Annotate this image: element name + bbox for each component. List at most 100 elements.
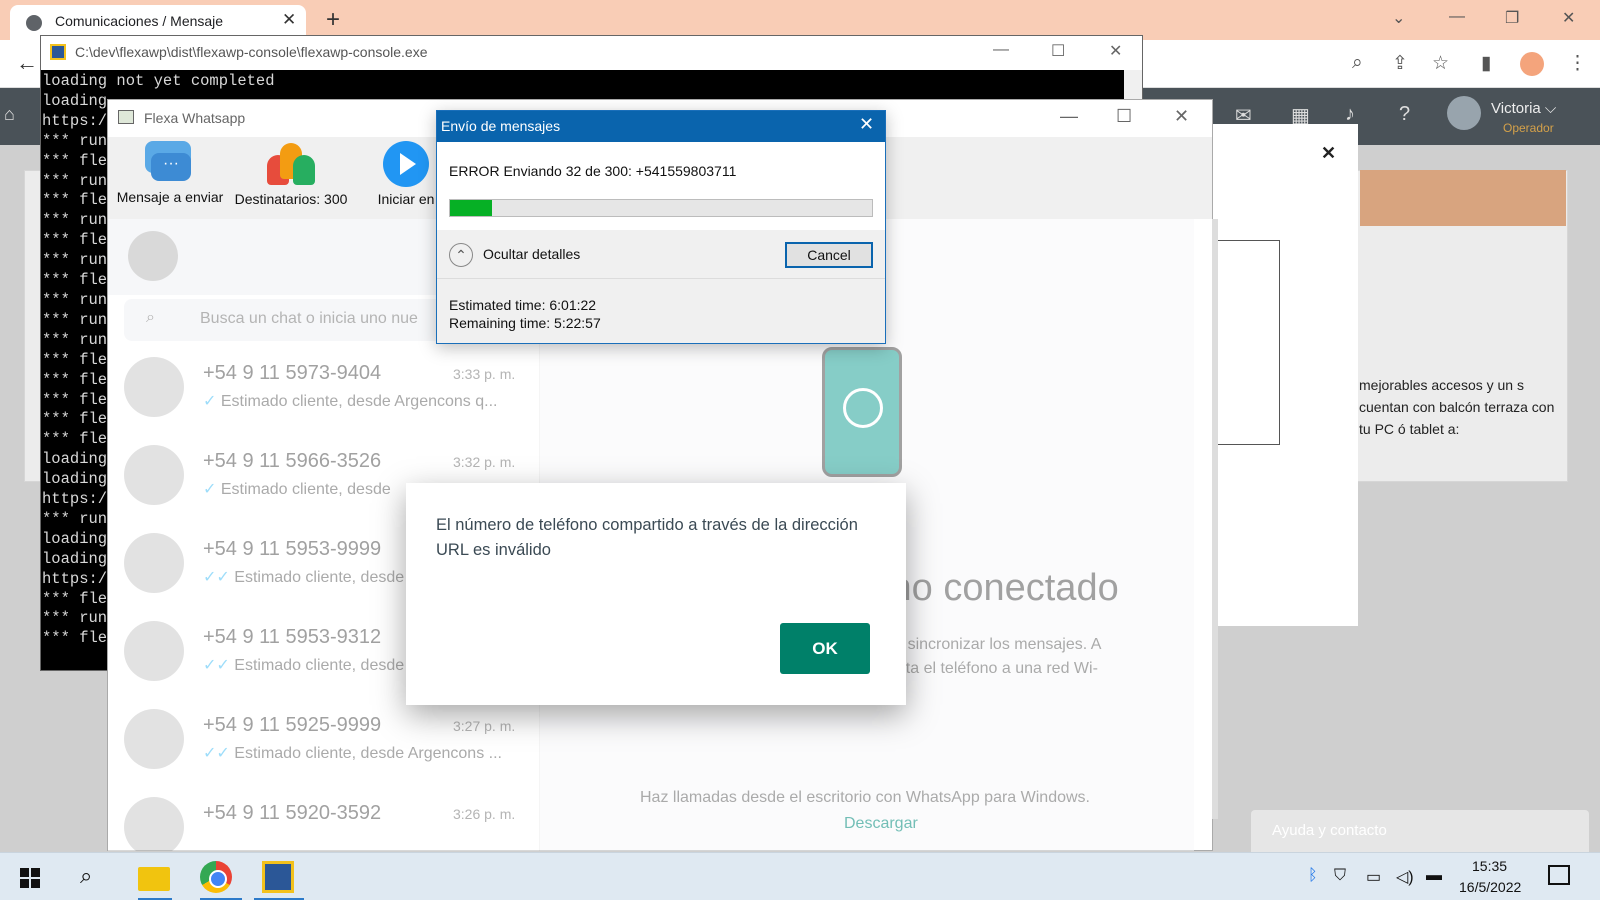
new-tab-button[interactable]: + [326,6,340,34]
battery-icon[interactable]: ▬ [1426,867,1442,885]
progress-status-text: ERROR Enviando 32 de 300: +541559803711 [449,163,737,179]
search-icon: ⌕ [146,309,155,326]
browser-titlebar: Comunicaciones / Mensaje ✕ + ⌄ — ❐ ✕ [0,0,1600,40]
notifications-icon[interactable] [1548,865,1570,885]
console-scrollbar[interactable] [1124,70,1142,100]
web-modal-close-icon[interactable]: ✕ [1321,143,1336,164]
chat-preview: ✓ Estimado cliente, desde Argencons q... [203,393,498,410]
progress-dialog-title: Envío de mensajes [441,118,561,134]
alert-message: El número de teléfono compartido a travé… [436,516,858,559]
flexa-minimize-icon[interactable]: — [1060,106,1078,127]
tab-search-icon[interactable]: ⌄ [1392,8,1405,28]
message-to-send-button[interactable]: ··· Mensaje a enviar [114,141,226,205]
help-icon[interactable]: ? [1399,103,1410,126]
flexawp-console-icon[interactable] [262,861,294,893]
download-link[interactable]: Descargar [844,815,918,833]
progress-bar [449,199,873,217]
chat-preview: ✓✓ Estimado cliente, desde [203,569,405,586]
invalid-phone-alert: El número de teléfono compartido a travé… [406,483,906,705]
user-role: Operador [1503,121,1554,135]
taskbar-search-icon[interactable]: ⌕ [80,863,92,889]
ok-button[interactable]: OK [780,623,870,674]
close-window-icon[interactable]: ✕ [1562,8,1575,28]
help-contact-label: Ayuda y contacto [1272,822,1387,839]
restore-icon[interactable]: ❐ [1505,8,1519,28]
flexa-scrollbar[interactable] [1212,219,1218,819]
start-sending-button[interactable]: Iniciar en [376,141,436,207]
chevron-up-icon[interactable]: ⌃ [449,243,473,267]
help-contact-button[interactable]: Ayuda y contacto [1251,810,1589,854]
windows-start-icon[interactable] [20,868,40,888]
share-icon[interactable]: ⇪ [1392,52,1408,75]
user-avatar[interactable] [1447,96,1481,130]
chat-name: +54 9 11 5920-3592 [203,802,382,824]
globe-icon [26,15,42,31]
chat-preview: ✓ Estimado cliente, desde [203,481,391,498]
progress-bar-fill [450,200,493,216]
file-explorer-icon[interactable] [138,867,170,891]
progress-titlebar: Envío de mensajes ✕ [437,111,885,142]
web-orange-banner [1360,170,1566,226]
tab-close-icon[interactable]: ✕ [282,10,296,30]
menu-dots-icon[interactable]: ⋮ [1568,52,1587,75]
chat-name: +54 9 11 5953-9999 [203,538,382,560]
chat-search-placeholder: Busca un chat o inicia uno nue [200,310,418,327]
recipients-button[interactable]: Destinatarios: 300 [232,141,350,207]
bluetooth-icon[interactable]: ᛒ [1308,867,1318,885]
connected-heading: mo conectado [880,567,1119,609]
hide-details-toggle[interactable]: Ocultar detalles [483,246,580,262]
double-check-icon: ✓✓ [203,745,230,762]
flexa-maximize-icon[interactable]: ☐ [1116,106,1132,127]
profile-avatar[interactable] [1520,52,1544,76]
tab-title: Comunicaciones / Mensaje [55,13,224,29]
check-icon: ✓ [203,481,217,498]
people-icon [265,141,317,187]
chrome-icon[interactable] [200,861,232,893]
estimated-time-text: Estimated time: 6:01:22 [449,297,597,313]
contact-avatar [124,533,184,593]
chat-time: 3:26 p. m. [453,806,516,822]
chat-preview: ✓✓ Estimado cliente, desde [203,657,405,674]
clock-date[interactable]: 16/5/2022 [1459,879,1521,895]
bell-icon[interactable]: ♪ [1345,103,1355,126]
console-title: C:\dev\flexawp\dist\flexawp-console\flex… [75,44,428,60]
chat-bubbles-icon: ··· [145,141,195,185]
double-check-icon: ✓✓ [203,569,230,586]
cancel-button[interactable]: Cancel [785,242,873,268]
volume-icon[interactable]: ◁) [1396,867,1414,887]
bookmark-star-icon[interactable]: ☆ [1432,52,1449,75]
user-name[interactable]: Victoria ⌵ [1491,100,1556,117]
minimize-icon[interactable]: — [1449,8,1465,26]
chat-name: +54 9 11 5925-9999 [203,714,382,736]
security-shield-icon[interactable]: ⛉ [1334,867,1346,885]
side-panel-icon[interactable]: ▮ [1481,52,1491,75]
message-to-send-label: Mensaje a enviar [116,189,224,205]
progress-close-icon[interactable]: ✕ [859,114,874,135]
chat-list-item[interactable]: +54 9 11 5973-9404 3:33 p. m. ✓ Estimado… [108,349,540,437]
console-titlebar: C:\dev\flexawp\dist\flexawp-console\flex… [41,36,1142,70]
flexa-app-icon [118,110,134,124]
console-close-icon[interactable]: ✕ [1109,41,1122,61]
contact-avatar [124,445,184,505]
details-row: ⌃ Ocultar detalles Cancel [437,231,885,279]
console-minimize-icon[interactable]: — [993,41,1009,59]
chat-name: +54 9 11 5966-3526 [203,450,382,472]
contact-avatar [124,357,184,417]
console-maximize-icon[interactable]: ☐ [1051,41,1065,61]
sending-progress-dialog: Envío de mensajes ✕ ERROR Enviando 32 de… [436,110,886,344]
double-check-icon: ✓✓ [203,657,230,674]
flexa-close-icon[interactable]: ✕ [1174,106,1189,127]
zoom-icon[interactable]: ⌕ [1352,52,1363,74]
flexa-title: Flexa Whatsapp [144,110,246,126]
chat-preview: ✓✓ Estimado cliente, desde Argencons ... [203,745,502,762]
chat-time: 3:27 p. m. [453,718,516,734]
back-arrow-icon[interactable]: ← [16,50,38,76]
chat-name: +54 9 11 5953-9312 [203,626,382,648]
network-icon[interactable]: ▭ [1366,867,1381,887]
web-text-fragment: mejorables accesos y un s cuentan con ba… [1359,377,1555,437]
own-avatar[interactable] [128,231,178,281]
clock-time[interactable]: 15:35 [1472,858,1507,874]
app-logo: ⌂ [4,104,15,124]
chat-list-item[interactable]: +54 9 11 5925-9999 3:27 p. m. ✓✓ Estimad… [108,701,540,789]
console-app-icon [50,44,66,60]
